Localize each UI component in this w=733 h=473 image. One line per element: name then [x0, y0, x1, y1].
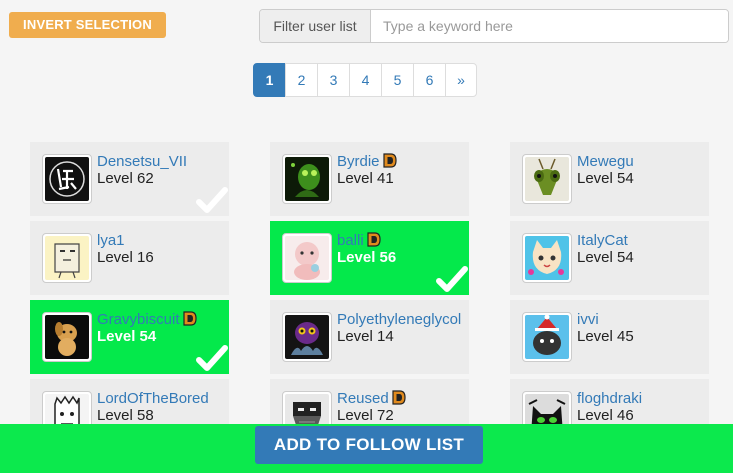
username[interactable]: LordOfTheBored: [97, 390, 209, 407]
user-level: Level 54: [577, 249, 634, 266]
donator-badge-icon: [182, 311, 197, 326]
donator-badge-icon: [392, 390, 406, 405]
mantis-avatar-icon: [522, 154, 572, 204]
username[interactable]: balli: [337, 232, 381, 249]
page-2-link[interactable]: 2: [285, 63, 318, 97]
username[interactable]: floghdraki: [577, 390, 642, 407]
user-card-polyethyleneglycol[interactable]: Polyethyleneglycol Level 14: [270, 300, 469, 374]
username-text: balli: [337, 232, 364, 249]
username[interactable]: Mewegu: [577, 153, 634, 170]
donator-badge-icon: [382, 153, 397, 168]
user-level: Level 62: [97, 170, 154, 187]
checkmark-icon: [196, 187, 228, 213]
user-level: Level 58: [97, 407, 154, 424]
page-4-link[interactable]: 4: [349, 63, 382, 97]
user-card-byrdie[interactable]: Byrdie Level 41: [270, 142, 469, 216]
invert-selection-button[interactable]: INVERT SELECTION: [9, 12, 166, 38]
username[interactable]: Gravybiscuit: [97, 311, 197, 328]
page-5-link[interactable]: 5: [381, 63, 414, 97]
username-text: Gravybiscuit: [97, 311, 180, 328]
username[interactable]: Reused: [337, 390, 406, 407]
page-3-link[interactable]: 3: [317, 63, 350, 97]
dog-avatar-icon: [42, 312, 92, 362]
green-creature-avatar-icon: [282, 154, 332, 204]
pink-baby-avatar-icon: [282, 233, 332, 283]
filter-input[interactable]: [371, 10, 728, 42]
dark-creature-avatar-icon: [282, 312, 332, 362]
filter-label: Filter user list: [260, 10, 371, 42]
donator-badge-icon: [367, 232, 381, 247]
checkmark-icon: [196, 345, 228, 371]
username-text: Byrdie: [337, 153, 380, 170]
santa-cat-avatar-icon: [522, 312, 572, 362]
next-page-link[interactable]: »: [445, 63, 477, 97]
username[interactable]: Densetsu_VII: [97, 153, 187, 170]
user-card-densetsu[interactable]: Densetsu_VII Level 62: [30, 142, 229, 216]
user-card-gravybiscuit[interactable]: Gravybiscuit Level 54: [30, 300, 229, 374]
user-card-lya1[interactable]: lya1 Level 16: [30, 221, 229, 295]
footer-bar: ADD TO FOLLOW LIST: [0, 424, 733, 473]
add-to-follow-list-button[interactable]: ADD TO FOLLOW LIST: [255, 426, 483, 464]
page-1-link[interactable]: 1: [253, 63, 286, 97]
username-text: Reused: [337, 390, 389, 407]
user-card-balli[interactable]: balli Level 56: [270, 221, 469, 295]
anime-cat-avatar-icon: [522, 233, 572, 283]
checkmark-icon: [436, 266, 468, 292]
username[interactable]: ivvi: [577, 311, 599, 328]
username[interactable]: Polyethyleneglycol: [337, 311, 461, 328]
user-level: Level 56: [337, 249, 397, 266]
username[interactable]: ItalyCat: [577, 232, 628, 249]
filter-user-list: Filter user list: [259, 9, 729, 43]
user-level: Level 16: [97, 249, 154, 266]
user-level: Level 45: [577, 328, 634, 345]
user-card-ivvi[interactable]: ivvi Level 45: [510, 300, 709, 374]
user-card-italycat[interactable]: ItalyCat Level 54: [510, 221, 709, 295]
calligraphy-avatar-icon: [42, 154, 92, 204]
username[interactable]: Byrdie: [337, 153, 397, 170]
page-6-link[interactable]: 6: [413, 63, 446, 97]
user-level: Level 46: [577, 407, 634, 424]
user-card-mewegu[interactable]: Mewegu Level 54: [510, 142, 709, 216]
user-level: Level 41: [337, 170, 394, 187]
paper-bag-avatar-icon: [42, 233, 92, 283]
pagination: 1 2 3 4 5 6 »: [253, 63, 477, 97]
user-level: Level 14: [337, 328, 394, 345]
user-level: Level 72: [337, 407, 394, 424]
user-level: Level 54: [577, 170, 634, 187]
user-level: Level 54: [97, 328, 157, 345]
username[interactable]: lya1: [97, 232, 125, 249]
